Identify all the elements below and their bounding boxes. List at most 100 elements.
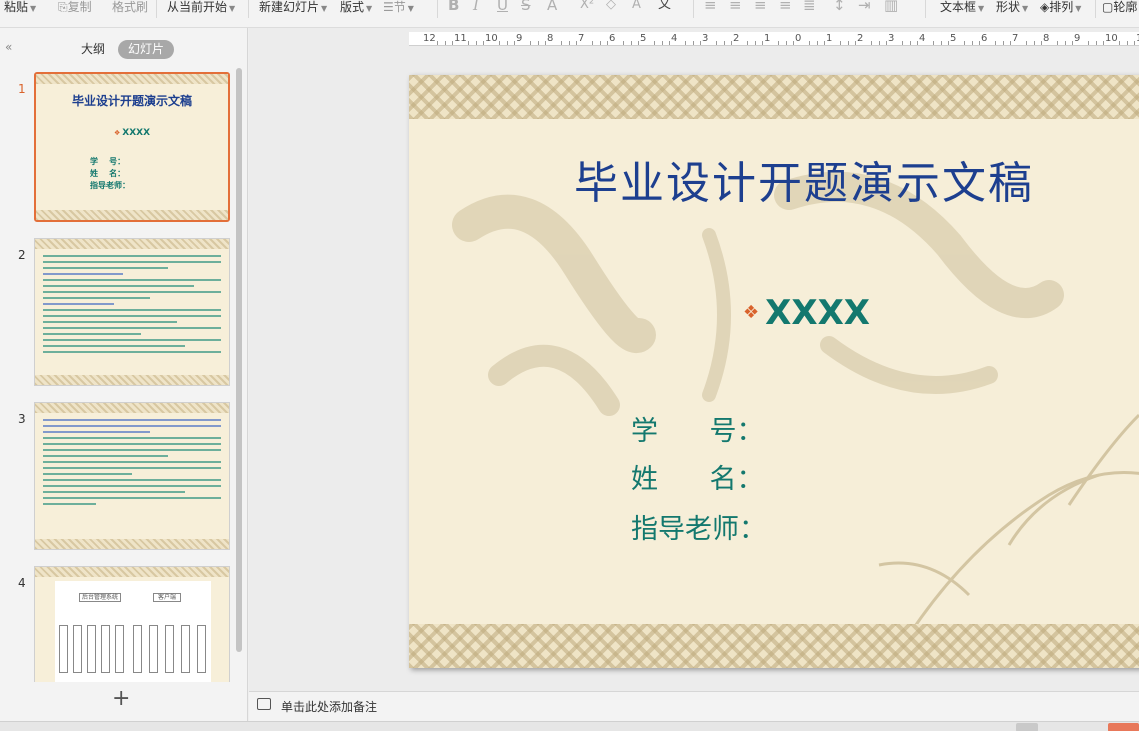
ruler-tick bbox=[808, 41, 810, 45]
name-label[interactable]: 姓 名： bbox=[631, 457, 764, 496]
toolbar-divider bbox=[1095, 0, 1096, 18]
textbox-button[interactable]: 文本框 ▼ bbox=[940, 0, 984, 14]
distribute-icon[interactable]: ≣ bbox=[803, 0, 816, 14]
thumbnail-scrollbar[interactable] bbox=[236, 68, 242, 652]
thumbnail-title: 毕业设计开题演示文稿 bbox=[71, 94, 192, 108]
diamond-bullet-icon: ❖ bbox=[113, 129, 121, 137]
italic-icon[interactable]: I bbox=[473, 0, 479, 14]
ruler-tick bbox=[1087, 41, 1089, 45]
notes-bar[interactable]: 单击此处添加备注 bbox=[249, 691, 1139, 721]
outline-label: 轮廓 bbox=[1113, 0, 1138, 14]
slide-thumbnail-2[interactable] bbox=[34, 238, 230, 386]
ruler-tick bbox=[1064, 41, 1066, 45]
add-slide-icon[interactable]: + bbox=[112, 688, 130, 710]
from-current-label: 从当前开始 bbox=[167, 0, 228, 14]
layout-button[interactable]: 版式 ▼ bbox=[340, 0, 372, 14]
shape-label: 形状 bbox=[996, 0, 1021, 14]
ruler-label: 9 bbox=[1074, 33, 1081, 44]
thumbnail-number: 1 bbox=[18, 82, 26, 96]
ruler-label: 11 bbox=[454, 33, 467, 44]
slide-thumbnail-3[interactable] bbox=[34, 402, 230, 550]
copy-button[interactable]: ⎘复制 bbox=[58, 0, 92, 14]
ruler-tick bbox=[1002, 41, 1004, 45]
ruler-label: 10 bbox=[1105, 33, 1118, 44]
ruler-tick bbox=[715, 41, 717, 45]
clear-format-icon[interactable]: ◇ bbox=[606, 0, 616, 14]
slide-canvas[interactable]: 毕业设计开题演示文稿 ❖ XXXX 学 号： 姓 名： 指导老师： bbox=[409, 75, 1139, 668]
ruler-label: 1 bbox=[826, 33, 833, 44]
align-left-icon[interactable]: ≡ bbox=[704, 0, 717, 14]
align-center-icon[interactable]: ≡ bbox=[729, 0, 742, 14]
advisor-label[interactable]: 指导老师： bbox=[631, 507, 766, 546]
ruler-tick bbox=[909, 41, 911, 45]
status-control[interactable] bbox=[1108, 723, 1139, 731]
outline-button[interactable]: ▢轮廓 bbox=[1102, 0, 1137, 14]
columns-icon[interactable]: ▥ bbox=[884, 0, 898, 14]
phonetic-icon[interactable]: 文 bbox=[658, 0, 671, 14]
ruler-tick bbox=[622, 41, 624, 45]
thumbnail-border bbox=[35, 239, 229, 249]
student-id-label[interactable]: 学 号： bbox=[631, 409, 764, 448]
bold-icon[interactable]: B bbox=[448, 0, 459, 14]
strikethrough-icon[interactable]: S bbox=[521, 0, 531, 14]
section-button[interactable]: ☰节 ▼ bbox=[383, 0, 414, 14]
ruler-label: 4 bbox=[919, 33, 926, 44]
ruler-tick bbox=[560, 41, 562, 45]
slide-thumbnail-4[interactable]: 后台管理系统 客户端 bbox=[34, 566, 230, 682]
thumbnail-number: 4 bbox=[18, 576, 26, 590]
align-right-icon[interactable]: ≡ bbox=[754, 0, 767, 14]
underline-icon[interactable]: U bbox=[497, 0, 508, 14]
indent-icon[interactable]: ⇥ bbox=[858, 0, 871, 14]
diagram-header: 客户端 bbox=[153, 593, 181, 602]
new-slide-button[interactable]: 新建幻灯片 ▼ bbox=[259, 0, 327, 14]
ruler-label: 8 bbox=[1043, 33, 1050, 44]
ruler-tick bbox=[684, 41, 686, 45]
collapse-icon[interactable]: « bbox=[5, 40, 12, 54]
ruler-tick bbox=[591, 41, 593, 45]
arrange-label: 排列 bbox=[1049, 0, 1074, 14]
ruler-label: 6 bbox=[609, 33, 616, 44]
status-control[interactable] bbox=[1016, 723, 1038, 731]
toolbar-divider bbox=[156, 0, 157, 18]
new-slide-label: 新建幻灯片 bbox=[259, 0, 320, 14]
text-effect-icon[interactable]: A bbox=[632, 0, 641, 14]
ruler-tick bbox=[754, 41, 756, 45]
ruler-label: 0 bbox=[795, 33, 802, 44]
font-color-icon[interactable]: A bbox=[547, 0, 557, 14]
ruler-tick bbox=[932, 41, 934, 45]
from-current-button[interactable]: 从当前开始 ▼ bbox=[167, 0, 235, 14]
ruler-tick bbox=[870, 41, 872, 45]
ruler-tick bbox=[661, 41, 663, 45]
slide-border-top bbox=[409, 75, 1139, 119]
editing-area: 12111098765432101234567891011 bbox=[249, 28, 1139, 691]
ruler-tick bbox=[901, 41, 903, 45]
ruler-tick bbox=[847, 41, 849, 45]
slide-subtitle[interactable]: ❖ XXXX bbox=[743, 293, 870, 333]
arrange-button[interactable]: ◈排列 ▼ bbox=[1040, 0, 1081, 14]
superscript-icon[interactable]: X² bbox=[580, 0, 594, 14]
ruler-tick bbox=[599, 41, 601, 45]
paste-button[interactable]: 粘贴 ▼ bbox=[4, 0, 36, 14]
ruler-tick bbox=[475, 41, 477, 45]
status-bar bbox=[0, 721, 1139, 731]
ruler-tick bbox=[785, 41, 787, 45]
textbox-label: 文本框 bbox=[940, 0, 977, 14]
tab-slides[interactable]: 幻灯片 bbox=[118, 40, 174, 59]
slide-title[interactable]: 毕业设计开题演示文稿 bbox=[409, 147, 1139, 211]
ruler-tick bbox=[653, 41, 655, 45]
notes-placeholder[interactable]: 单击此处添加备注 bbox=[281, 698, 377, 715]
line-spacing-icon[interactable]: ↕ bbox=[833, 0, 846, 14]
section-label: 节 bbox=[393, 0, 406, 14]
thumbnail-border bbox=[36, 74, 228, 84]
slide-thumbnail-1[interactable]: 毕业设计开题演示文稿 ❖ XXXX 学 号： 姓 名： 指导老师： bbox=[34, 72, 230, 222]
justify-icon[interactable]: ≡ bbox=[779, 0, 792, 14]
ruler-tick bbox=[971, 41, 973, 45]
shape-button[interactable]: 形状 ▼ bbox=[996, 0, 1028, 14]
ruler-tick bbox=[630, 41, 632, 45]
tab-outline[interactable]: 大纲 bbox=[76, 40, 110, 58]
ruler-label: 3 bbox=[702, 33, 709, 44]
layout-label: 版式 bbox=[340, 0, 365, 14]
notes-icon bbox=[257, 698, 271, 710]
toolbar-divider bbox=[925, 0, 926, 18]
format-painter-button[interactable]: 格式刷 bbox=[112, 0, 148, 14]
